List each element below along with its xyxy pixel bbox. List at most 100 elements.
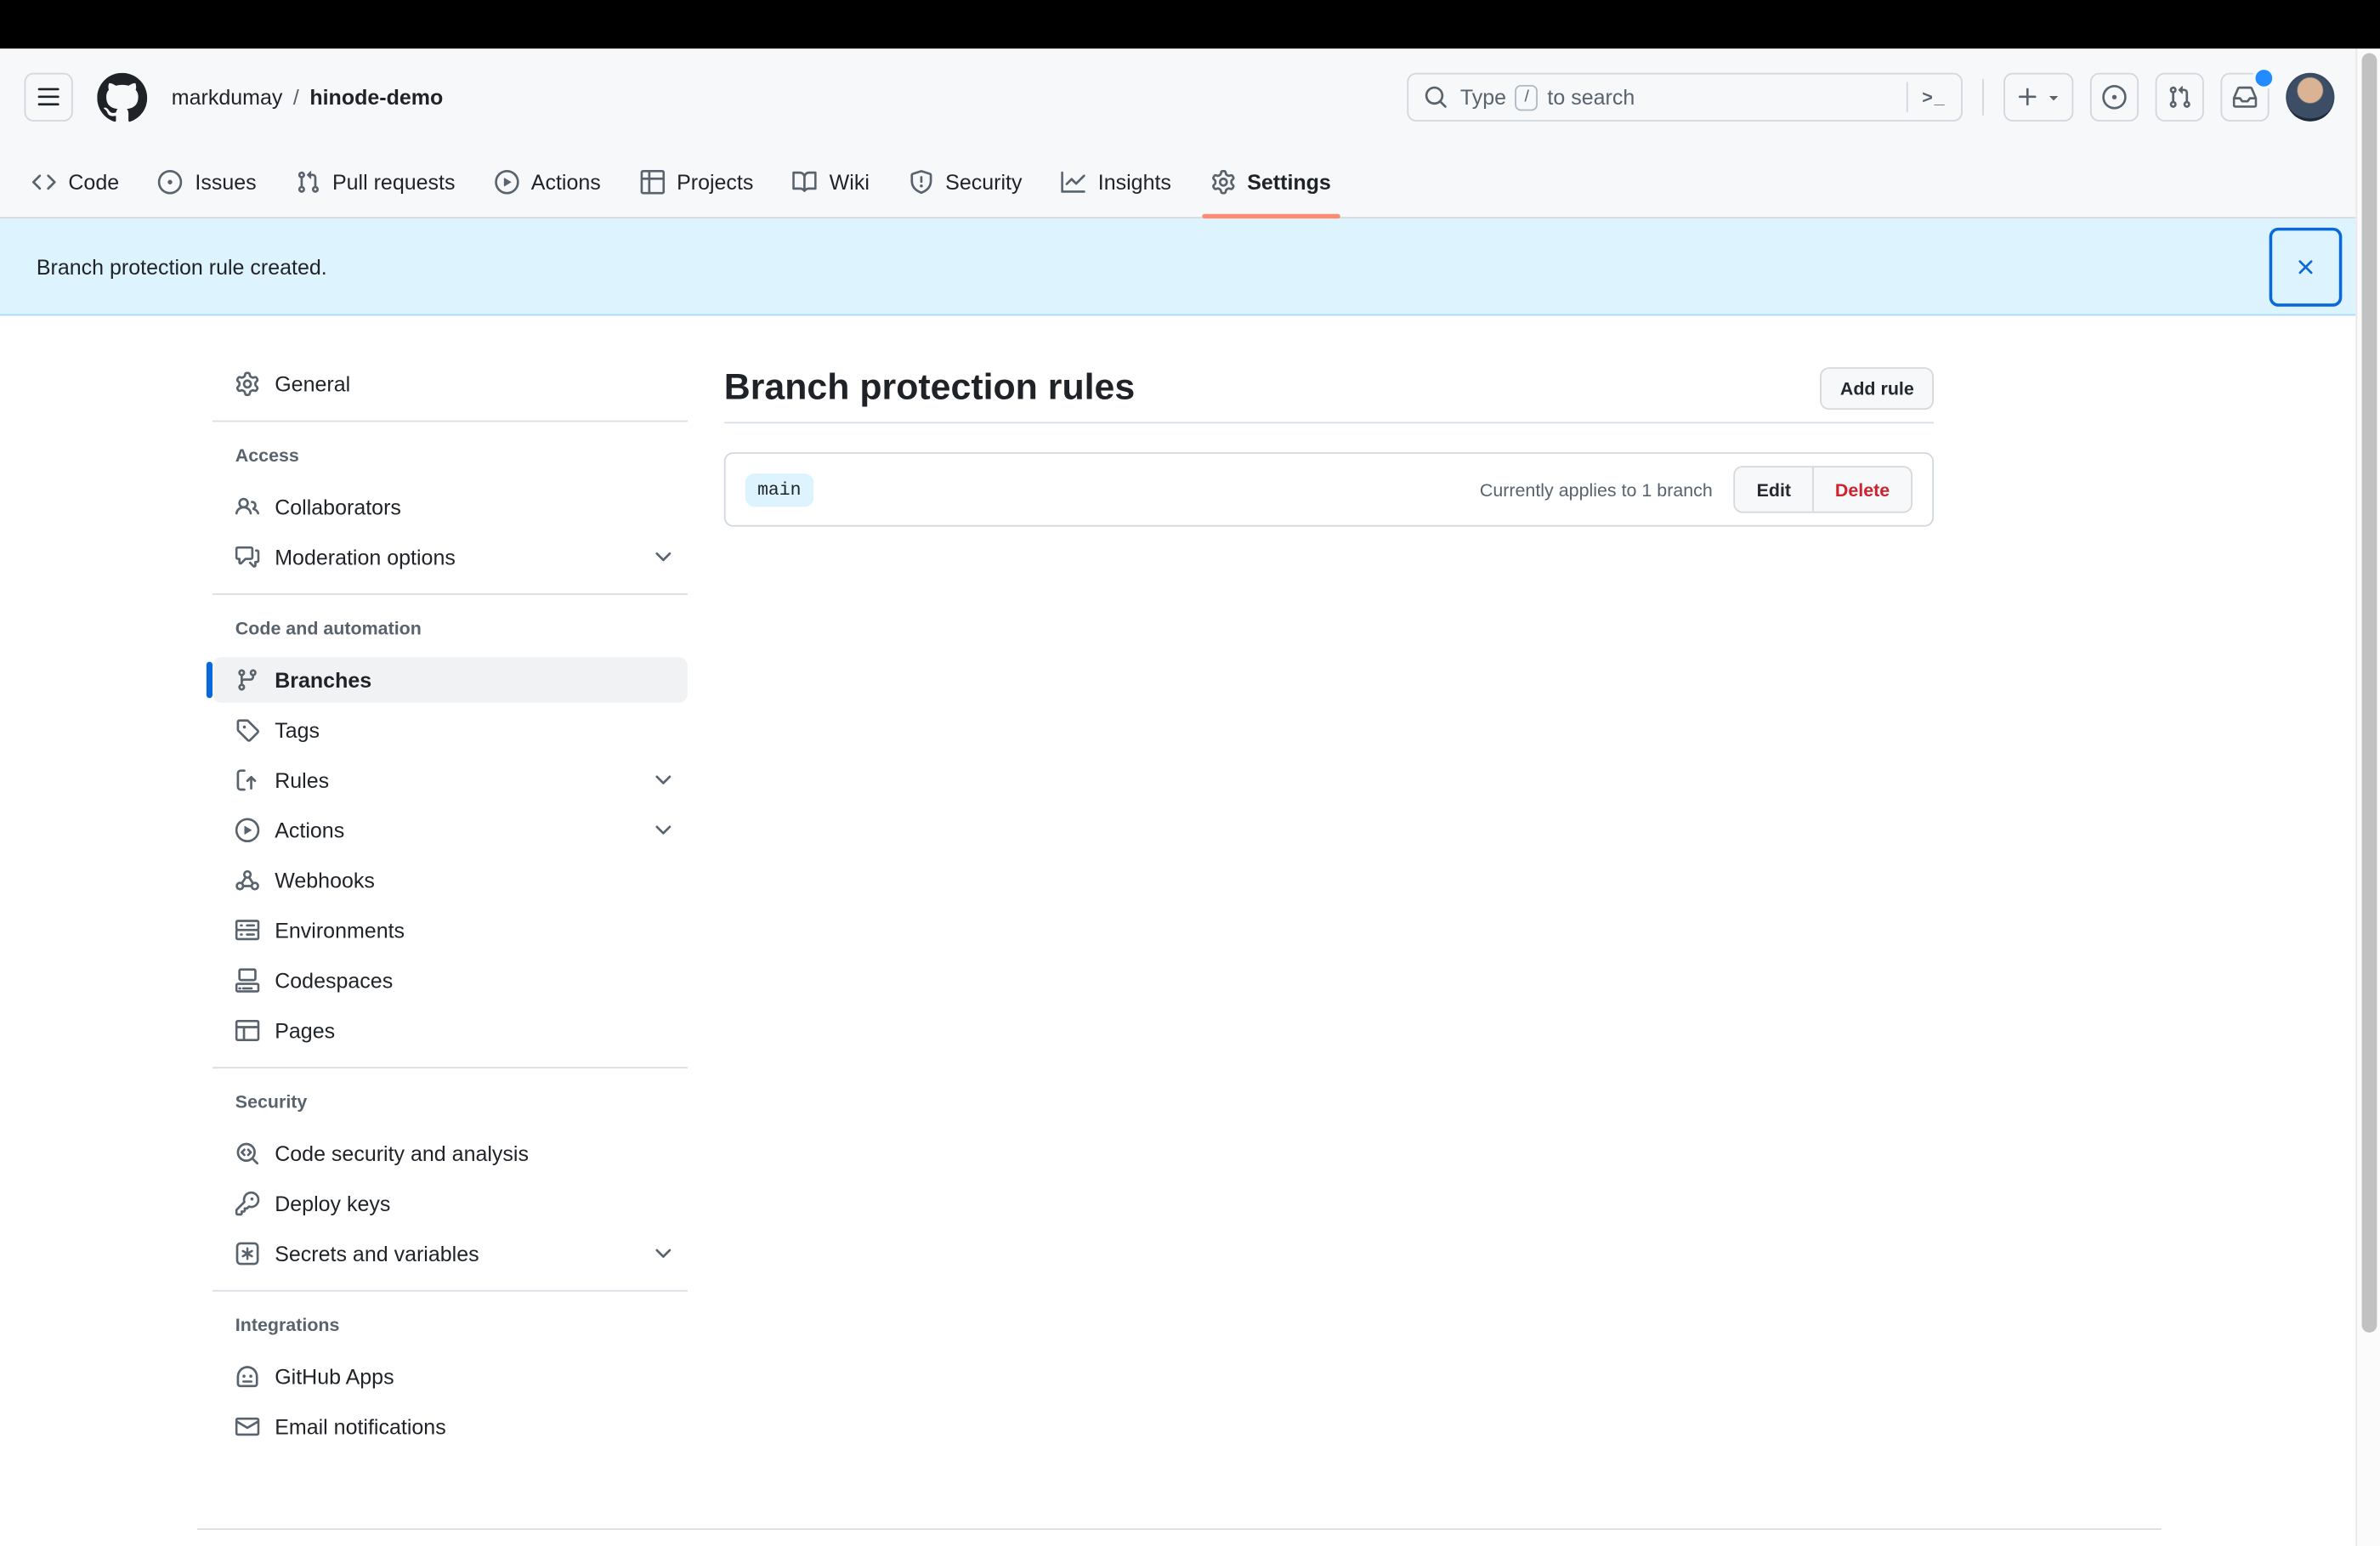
rule-icon [235,768,260,793]
tab-label: Insights [1097,169,1171,194]
tab-label: Wiki [829,169,870,194]
flash-message: Branch protection rule created. [36,254,327,279]
page-title: Branch protection rules [723,367,1136,409]
header-row: markdumay / hinode-demo Type / to search… [0,48,2380,145]
settings-content: General Access Collaborators Moderation … [0,315,2380,1546]
sidebar-item-webhooks[interactable]: Webhooks [212,858,688,903]
pull-requests-dashboard-button[interactable] [2155,72,2204,122]
tab-wiki[interactable]: Wiki [778,145,885,217]
tab-insights[interactable]: Insights [1046,145,1187,217]
breadcrumb-owner-link[interactable]: markdumay [172,85,283,110]
tab-projects[interactable]: Projects [625,145,768,217]
sidebar-item-label: Actions [275,818,345,843]
sidebar-item-label: Email notifications [275,1414,446,1439]
slash-key-badge: / [1515,84,1538,110]
terminal-icon[interactable]: >_ [1922,87,1946,108]
search-inner-divider [1907,82,1909,113]
gear-icon [235,371,260,397]
three-bars-icon [37,85,61,110]
search-icon [1424,85,1448,110]
sidebar-item-tags[interactable]: Tags [212,707,688,753]
webhook-icon [235,868,260,892]
sidebar-item-moderation-options[interactable]: Moderation options [212,535,688,580]
sidebar-item-rules[interactable]: Rules [212,757,688,803]
sidebar-item-collaborators[interactable]: Collaborators [212,484,688,530]
page-scrollbar[interactable] [2355,48,2380,1546]
sidebar-item-general[interactable]: General [212,361,688,407]
rule-actions-group: Edit Delete [1733,466,1912,513]
tag-icon [235,718,260,743]
sidebar-item-label: Tags [275,717,320,743]
delete-rule-button[interactable]: Delete [1812,467,1911,512]
server-icon [235,918,260,943]
sidebar-divider [212,1067,688,1069]
codescan-icon [235,1141,260,1166]
banner-close-button[interactable] [2269,226,2343,306]
triangle-down-icon [2043,88,2061,106]
create-new-button[interactable] [2003,72,2074,122]
tab-pull-requests[interactable]: Pull requests [280,145,470,217]
sidebar-item-codespaces[interactable]: Codespaces [212,958,688,1004]
tab-settings[interactable]: Settings [1196,145,1346,219]
people-icon [235,495,260,519]
sidebar-section-security: Security [235,1090,308,1113]
unread-notification-dot [2252,66,2275,90]
tab-actions[interactable]: Actions [479,145,616,217]
table-icon [640,169,665,194]
book-icon [792,169,818,194]
edit-rule-button[interactable]: Edit [1736,467,1812,512]
sidebar-item-environments[interactable]: Environments [212,908,688,954]
add-rule-button[interactable]: Add rule [1820,367,1934,411]
sidebar-item-label: Moderation options [275,545,456,569]
breadcrumb-separator: / [292,84,299,110]
browser-icon [235,1018,260,1043]
sidebar-item-label: Branches [275,667,372,693]
sidebar-item-label: Codespaces [275,968,394,993]
sidebar-item-branches[interactable]: Branches [206,657,688,703]
git-branch-icon [235,668,260,693]
heading-divider [723,422,1934,424]
sidebar-item-label: Code security and analysis [275,1141,529,1166]
breadcrumb-repo-link[interactable]: hinode-demo [309,85,443,110]
search-input[interactable]: Type / to search >_ [1407,72,1963,122]
github-mark-icon[interactable] [97,71,148,122]
git-pull-request-icon [296,169,320,194]
sidebar-item-code-security-and-analysis[interactable]: Code security and analysis [212,1130,688,1176]
chevron-down-icon [651,1242,676,1266]
top-black-bar [0,0,2380,49]
sidebar-item-label: General [275,371,351,397]
tab-code[interactable]: Code [17,145,134,217]
repo-nav: Code Issues Pull requests Actions Projec… [0,145,2380,219]
code-icon [31,169,56,194]
sidebar-item-github-apps[interactable]: GitHub Apps [212,1354,688,1400]
sidebar-item-deploy-keys[interactable]: Deploy keys [212,1181,688,1226]
sidebar-divider [212,420,688,422]
sidebar-section-integrations: Integrations [235,1314,340,1336]
scrollbar-thumb[interactable] [2361,53,2377,1333]
issue-opened-icon [2102,84,2127,110]
sidebar-item-actions[interactable]: Actions [212,807,688,853]
sidebar-item-secrets-and-variables[interactable]: Secrets and variables [212,1231,688,1277]
issues-dashboard-button[interactable] [2089,72,2139,122]
hamburger-menu-button[interactable] [24,72,73,122]
sidebar-item-label: Webhooks [275,868,375,892]
branch-name-badge: main [745,473,813,507]
branch-rule-row: main Currently applies to 1 branch Edit … [723,452,1934,527]
tab-security[interactable]: Security [893,145,1037,217]
sidebar-item-label: Rules [275,767,330,793]
sidebar-item-email-notifications[interactable]: Email notifications [212,1404,688,1450]
plus-icon [2015,85,2040,110]
sidebar-item-label: GitHub Apps [275,1364,394,1389]
sidebar-item-label: Secrets and variables [275,1241,479,1266]
chevron-down-icon [651,768,676,793]
avatar[interactable] [2286,72,2335,122]
sidebar-item-label: Pages [275,1018,336,1043]
settings-sidebar: General Access Collaborators Moderation … [206,315,688,1453]
sidebar-section-code-and-automation: Code and automation [235,617,422,639]
inbox-icon [2232,85,2258,110]
hubot-icon [235,1364,260,1389]
sidebar-item-pages[interactable]: Pages [212,1008,688,1054]
tab-issues[interactable]: Issues [144,145,272,217]
sidebar-divider [212,593,688,595]
codespaces-icon [235,968,260,993]
